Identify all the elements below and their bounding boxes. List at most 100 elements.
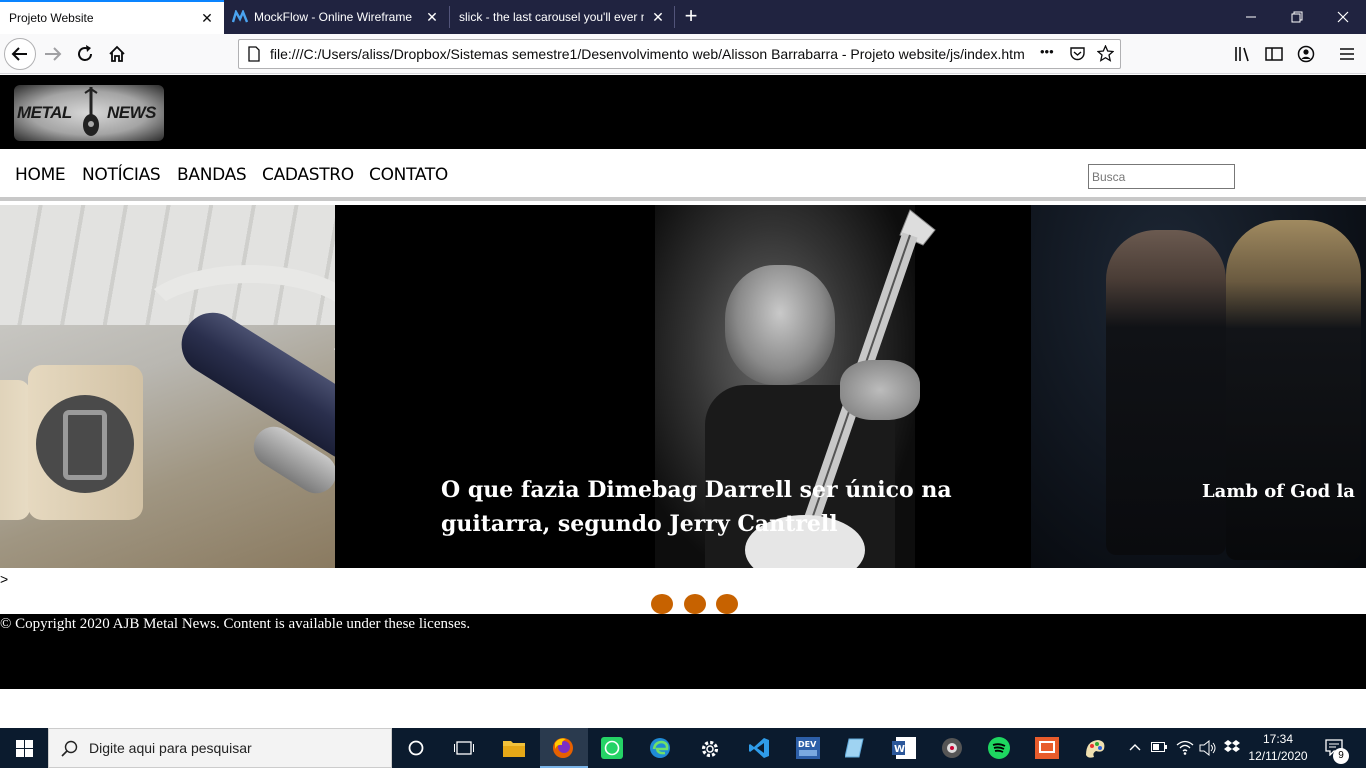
carousel-slide-3[interactable]: Lamb of God la <box>1031 205 1366 568</box>
paint-icon <box>1086 740 1105 758</box>
carousel-dot-2[interactable] <box>684 594 706 614</box>
wifi-icon[interactable] <box>1176 739 1194 755</box>
task-view-button[interactable] <box>440 728 488 768</box>
restore-icon <box>1291 11 1303 23</box>
news-carousel[interactable]: O que fazia Dimebag Darrell ser único na… <box>0 205 1366 568</box>
tab-title: MockFlow - Online Wireframe <box>254 10 413 24</box>
search-icon <box>61 740 78 757</box>
notepad-icon <box>845 738 864 758</box>
spotify-button[interactable] <box>976 728 1024 768</box>
firefox-icon <box>553 738 573 758</box>
slide-caption-dimebag[interactable]: O que fazia Dimebag Darrell ser único na… <box>441 473 1001 541</box>
cortana-icon <box>408 740 424 756</box>
home-button[interactable] <box>101 38 133 70</box>
presentation-app-button[interactable] <box>1024 728 1072 768</box>
site-search-input[interactable] <box>1088 164 1235 189</box>
task-view-icon <box>454 741 474 755</box>
forward-button[interactable] <box>37 38 69 70</box>
whatsapp-button[interactable] <box>589 728 637 768</box>
carousel-dot-3[interactable] <box>716 594 738 614</box>
pocket-icon[interactable] <box>1069 46 1086 62</box>
whatsapp-icon <box>601 737 623 759</box>
cortana-button[interactable] <box>392 728 440 768</box>
sidebar-icon[interactable] <box>1264 44 1284 64</box>
logo-text-left: METAL <box>17 103 72 122</box>
volume-icon[interactable] <box>1199 740 1217 756</box>
slide-caption-lamb-of-god[interactable]: Lamb of God la <box>1202 475 1355 509</box>
slide-caption-line-1: O que fazia Dimebag Darrell ser único na <box>441 477 952 503</box>
band-member-2-image <box>1226 220 1361 560</box>
minimize-button[interactable] <box>1228 0 1274 34</box>
library-icon[interactable] <box>1233 44 1253 64</box>
stray-text: > <box>0 571 9 587</box>
dev-cpp-button[interactable]: DEV <box>784 728 832 768</box>
windows-logo-icon <box>16 740 33 757</box>
edge-icon <box>650 738 670 758</box>
vscode-button[interactable] <box>735 728 783 768</box>
site-footer: © Copyright 2020 AJB Metal News. Content… <box>0 614 1366 689</box>
settings-icon <box>701 740 719 758</box>
site-header: METAL NEWS <box>0 75 1366 149</box>
page-actions-button[interactable]: ••• <box>1040 44 1054 59</box>
notepad-button[interactable] <box>832 728 880 768</box>
footer-copyright: © Copyright 2020 AJB Metal News. Content… <box>0 616 471 632</box>
action-center-button[interactable]: 9 <box>1318 728 1366 768</box>
carousel-dot-1[interactable] <box>651 594 673 614</box>
menu-item-home[interactable]: HOME <box>15 165 66 185</box>
start-button[interactable] <box>0 728 48 768</box>
windows-taskbar: Digite aqui para pesquisar DEV W 17:34 1… <box>0 728 1366 768</box>
carousel-slide-1[interactable] <box>0 205 335 568</box>
minimize-icon <box>1246 16 1256 18</box>
svg-text:W: W <box>894 744 905 755</box>
back-button[interactable] <box>4 38 36 70</box>
tab-mockflow[interactable]: MockFlow - Online Wireframe ✕ <box>224 0 449 34</box>
taskbar-search-placeholder: Digite aqui para pesquisar <box>89 740 252 756</box>
reload-button[interactable] <box>69 38 101 70</box>
new-tab-button[interactable]: + <box>680 0 702 34</box>
tab-projeto-website[interactable]: Projeto Website ✕ <box>0 0 224 34</box>
tab-close-icon[interactable]: ✕ <box>422 0 442 34</box>
browser-tab-strip: Projeto Website ✕ MockFlow - Online Wire… <box>0 0 1366 34</box>
wooden-block-right <box>28 365 143 520</box>
file-explorer-button[interactable] <box>490 728 538 768</box>
site-logo[interactable]: METAL NEWS <box>14 85 164 141</box>
tab-close-icon[interactable]: ✕ <box>197 2 217 34</box>
tab-slick[interactable]: slick - the last carousel you'll ever n … <box>450 0 674 34</box>
battery-icon[interactable] <box>1151 742 1167 752</box>
close-icon <box>1337 11 1349 23</box>
carousel-slide-2[interactable]: O que fazia Dimebag Darrell ser único na… <box>335 205 1031 568</box>
settings-button[interactable] <box>686 728 734 768</box>
taskbar-search-box[interactable]: Digite aqui para pesquisar <box>48 728 392 768</box>
wooden-block-left <box>0 380 30 520</box>
url-text[interactable]: file:///C:/Users/aliss/Dropbox/Sistemas … <box>270 40 1025 68</box>
tab-title: Projeto Website <box>9 11 94 25</box>
bookmark-star-icon[interactable] <box>1097 45 1114 62</box>
firefox-taskbar-button[interactable] <box>540 728 588 768</box>
account-icon[interactable] <box>1296 44 1316 64</box>
paint-button[interactable] <box>1072 728 1120 768</box>
system-tray <box>1124 728 1244 768</box>
hamburger-menu-icon[interactable] <box>1337 44 1357 64</box>
menu-item-cadastro[interactable]: CADASTRO <box>262 165 354 185</box>
menu-item-contato[interactable]: CONTATO <box>369 165 448 185</box>
clock-time: 17:34 <box>1262 732 1294 746</box>
chevron-up-icon[interactable] <box>1129 742 1141 752</box>
word-button[interactable]: W <box>880 728 928 768</box>
dev-cpp-icon: DEV <box>796 737 820 759</box>
guitarist-hand-image <box>840 360 920 420</box>
slide-caption-line-2: guitarra, segundo Jerry Cantrell <box>441 511 838 537</box>
menu-item-bandas[interactable]: BANDAS <box>177 165 247 185</box>
browser-toolbar: file:///C:/Users/aliss/Dropbox/Sistemas … <box>0 34 1366 74</box>
close-window-button[interactable] <box>1320 0 1366 34</box>
site-navigation: HOME NOTÍCIAS BANDAS CADASTRO CONTATO <box>0 149 1366 201</box>
svg-text:DEV: DEV <box>798 740 817 749</box>
taskbar-clock[interactable]: 17:34 12/11/2020 <box>1238 731 1318 765</box>
edge-button[interactable] <box>637 728 685 768</box>
word-icon: W <box>892 737 916 759</box>
restore-button[interactable] <box>1274 0 1320 34</box>
media-player-button[interactable] <box>928 728 976 768</box>
url-bar[interactable]: file:///C:/Users/aliss/Dropbox/Sistemas … <box>238 39 1121 69</box>
menu-item-noticias[interactable]: NOTÍCIAS <box>82 165 161 185</box>
media-player-icon <box>942 738 962 758</box>
tab-close-icon[interactable]: ✕ <box>648 0 668 34</box>
